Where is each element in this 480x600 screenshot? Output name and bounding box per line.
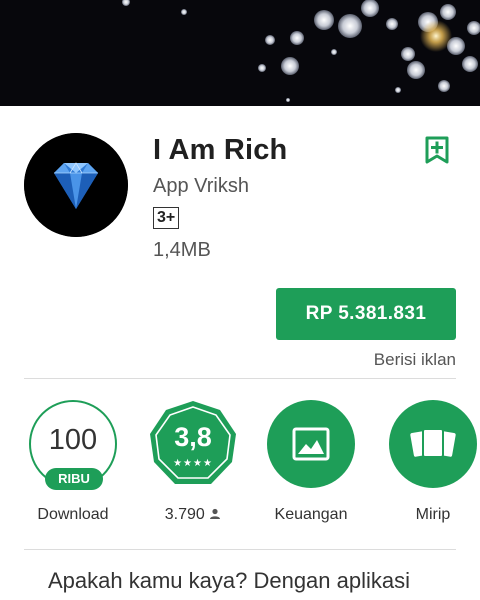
similar-badge: [389, 400, 477, 488]
wishlist-button[interactable]: [424, 136, 450, 164]
app-size: 1,4MB: [153, 239, 211, 261]
diamonds-banner-icon: [122, 0, 480, 102]
contains-ads-note: Berisi iklan: [373, 350, 456, 369]
divider: [24, 549, 456, 550]
rating-value: 3,8: [174, 422, 212, 452]
downloads-unit: RIBU: [45, 468, 103, 490]
app-title: I Am Rich: [153, 134, 288, 166]
buy-button[interactable]: RP 5.381.831: [276, 288, 456, 340]
bookmark-add-icon: [425, 136, 449, 164]
description-text[interactable]: Apakah kamu kaya? Dengan aplikasi: [48, 568, 410, 594]
developer-link[interactable]: App Vriksh: [153, 175, 249, 198]
image-icon: [292, 427, 330, 461]
similar-stat[interactable]: Mirip: [378, 400, 480, 525]
downloads-badge: 100 RIBU: [29, 400, 117, 490]
person-icon: [210, 508, 221, 519]
rating-stat[interactable]: 3,8 ★★★★ 3.790: [138, 400, 248, 525]
rating-stars: ★★★★: [173, 458, 213, 469]
downloads-label: Download: [37, 506, 109, 523]
cards-icon: [410, 428, 456, 458]
downloads-stat: 100 RIBU Download: [18, 400, 128, 525]
similar-label: Mirip: [415, 506, 451, 523]
category-stat[interactable]: Keuangan: [256, 400, 366, 525]
category-badge: [267, 400, 355, 488]
rating-badge: 3,8 ★★★★: [149, 400, 237, 488]
feature-graphic-banner: [0, 0, 480, 106]
content-rating-badge: 3+: [153, 207, 180, 229]
app-icon: [24, 133, 128, 237]
category-label: Keuangan: [274, 506, 348, 523]
rating-count: 3.790: [164, 506, 205, 523]
diamond-icon: [24, 133, 128, 237]
divider: [24, 378, 456, 379]
rating-count-label: 3.790: [138, 506, 248, 524]
downloads-number: 100: [48, 424, 98, 456]
